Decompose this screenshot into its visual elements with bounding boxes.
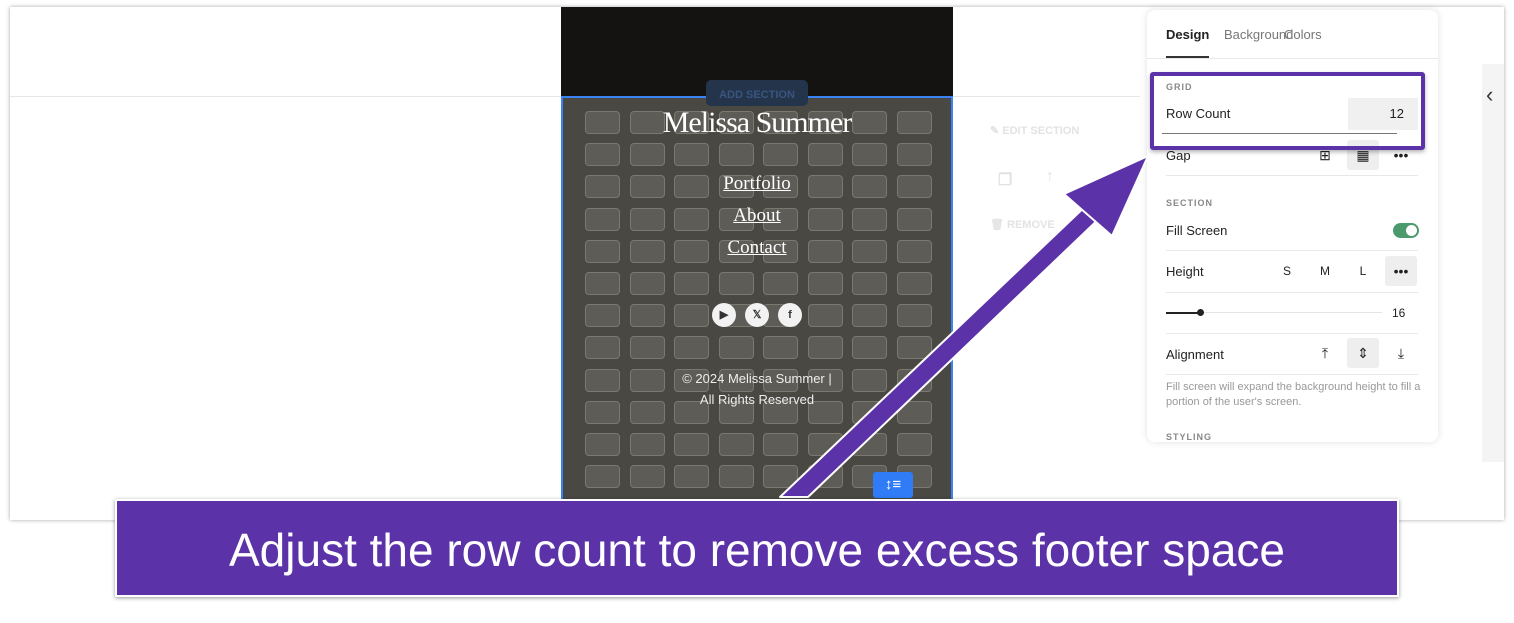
arrow-shaft	[779, 199, 1105, 498]
caption-banner: Adjust the row count to remove excess fo…	[115, 499, 1399, 597]
